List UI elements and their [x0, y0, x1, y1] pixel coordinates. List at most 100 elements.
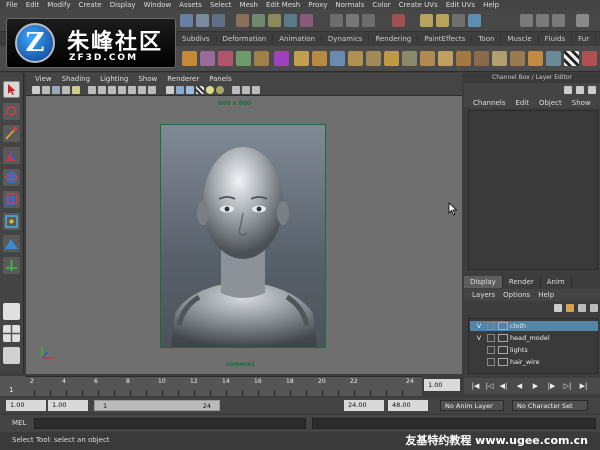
- shelf-tool-icon[interactable]: [218, 51, 233, 66]
- select-by-object-icon[interactable]: [196, 14, 209, 27]
- layer-row[interactable]: hair_wire: [470, 357, 598, 367]
- menu-create-uvs[interactable]: Create UVs: [395, 1, 442, 9]
- step-forward-frame-icon[interactable]: |▶: [546, 381, 557, 391]
- snap-curve-icon[interactable]: [346, 14, 359, 27]
- image-plane-icon[interactable]: [52, 86, 60, 94]
- shelf-tool-icon[interactable]: [312, 51, 327, 66]
- snap-point-icon[interactable]: [362, 14, 375, 27]
- high-quality-icon[interactable]: [252, 86, 260, 94]
- bookmark-icon[interactable]: [42, 86, 50, 94]
- two-d-pan-icon[interactable]: [62, 86, 70, 94]
- camera-attributes-icon[interactable]: [32, 86, 40, 94]
- play-forward-icon[interactable]: ▶: [530, 381, 541, 391]
- menu-mesh[interactable]: Mesh: [236, 1, 262, 9]
- shelf-cube-icon[interactable]: [274, 51, 289, 66]
- safe-action-icon[interactable]: [138, 86, 146, 94]
- tab-dynamics[interactable]: Dynamics: [322, 35, 370, 43]
- layer-row[interactable]: V head_model: [470, 333, 598, 343]
- cb-menu-object[interactable]: Object: [534, 99, 567, 107]
- layer-name[interactable]: lights: [510, 345, 528, 355]
- xray-icon[interactable]: [232, 86, 240, 94]
- shelf-tool-icon[interactable]: [438, 51, 453, 66]
- select-joints-icon[interactable]: [252, 14, 265, 27]
- shelf-checker-icon[interactable]: [564, 51, 579, 66]
- shelf-tool-icon[interactable]: [492, 51, 507, 66]
- film-gate-icon[interactable]: [98, 86, 106, 94]
- step-forward-key-icon[interactable]: ▷|: [562, 381, 573, 391]
- scale-tool-icon[interactable]: [3, 191, 20, 208]
- layer-menu-layers[interactable]: Layers: [468, 291, 499, 299]
- layer-type-box[interactable]: [487, 334, 495, 342]
- manipulator-tool-icon[interactable]: [3, 213, 20, 230]
- toggle-tool-settings-icon[interactable]: [536, 14, 549, 27]
- rotate-tool-icon[interactable]: [3, 169, 20, 186]
- move-layer-down-icon[interactable]: [590, 304, 598, 312]
- select-deformations-icon[interactable]: [300, 14, 313, 27]
- step-back-frame-icon[interactable]: ◀|: [498, 381, 509, 391]
- layer-row[interactable]: lights: [470, 345, 598, 355]
- tab-toon[interactable]: Toon: [472, 35, 502, 43]
- mel-label[interactable]: MEL: [12, 419, 26, 427]
- tab-fur[interactable]: Fur: [572, 35, 597, 43]
- render-icon[interactable]: [420, 14, 433, 27]
- menu-help[interactable]: Help: [479, 1, 503, 9]
- menu-file[interactable]: File: [2, 1, 22, 9]
- head-model[interactable]: [161, 125, 325, 347]
- tab-rendering[interactable]: Rendering: [369, 35, 419, 43]
- shelf-tool-icon[interactable]: [366, 51, 381, 66]
- menu-edit-uvs[interactable]: Edit UVs: [442, 1, 479, 9]
- layer-type-box[interactable]: [487, 322, 495, 330]
- tab-anim[interactable]: Anim: [541, 276, 572, 288]
- current-frame-field[interactable]: 1.00: [424, 379, 460, 391]
- layout-single-icon[interactable]: [3, 303, 20, 320]
- gate-mask-icon[interactable]: [118, 86, 126, 94]
- end-time-field[interactable]: 48.00: [388, 400, 428, 411]
- layer-visibility[interactable]: [474, 357, 484, 367]
- panel-menu-view[interactable]: View: [30, 75, 57, 83]
- panel-menu-shading[interactable]: Shading: [57, 75, 95, 83]
- shelf-tool-icon[interactable]: [456, 51, 471, 66]
- menu-edit-mesh[interactable]: Edit Mesh: [262, 1, 304, 9]
- menu-display[interactable]: Display: [106, 1, 140, 9]
- soft-mod-tool-icon[interactable]: [3, 235, 20, 252]
- character-set-dropdown[interactable]: No Character Set: [512, 400, 588, 411]
- toggle-channel-box-icon[interactable]: [552, 14, 565, 27]
- menu-assets[interactable]: Assets: [175, 1, 206, 9]
- layer-menu-options[interactable]: Options: [499, 291, 534, 299]
- shelf-tool-icon[interactable]: [582, 51, 597, 66]
- textured-icon[interactable]: [196, 86, 204, 94]
- menu-create[interactable]: Create: [74, 1, 105, 9]
- time-slider[interactable]: 2 4 6 8 10 12 14 16 18 20 22 24: [26, 376, 422, 396]
- shelf-tool-icon[interactable]: [402, 51, 417, 66]
- panel-menu-renderer[interactable]: Renderer: [162, 75, 204, 83]
- select-handles-icon[interactable]: [236, 14, 249, 27]
- step-back-key-icon[interactable]: |◁: [484, 381, 495, 391]
- select-by-hierarchy-icon[interactable]: [180, 14, 193, 27]
- panel-menu-lighting[interactable]: Lighting: [95, 75, 133, 83]
- layer-name[interactable]: head_model: [510, 333, 550, 343]
- ipr-render-icon[interactable]: [436, 14, 449, 27]
- tab-render[interactable]: Render: [503, 276, 541, 288]
- layer-name[interactable]: hair_wire: [510, 357, 539, 367]
- menu-modify[interactable]: Modify: [43, 1, 74, 9]
- tab-fluids[interactable]: Fluids: [539, 35, 573, 43]
- layout-four-icon[interactable]: [3, 325, 20, 342]
- cb-menu-show[interactable]: Show: [567, 99, 596, 107]
- toggle-attribute-editor-icon[interactable]: [520, 14, 533, 27]
- tab-animation[interactable]: Animation: [273, 35, 322, 43]
- move-tool-icon[interactable]: [3, 147, 20, 164]
- tab-painteffects[interactable]: PaintEffects: [418, 35, 473, 43]
- layout-persp-outliner-icon[interactable]: [3, 347, 20, 364]
- anim-layer-dropdown[interactable]: No Anim Layer: [440, 400, 504, 411]
- isolate-select-icon[interactable]: [242, 86, 250, 94]
- new-layer-icon[interactable]: [554, 304, 562, 312]
- select-tool-icon[interactable]: [3, 81, 20, 98]
- menu-select[interactable]: Select: [206, 1, 236, 9]
- shelf-tool-icon[interactable]: [330, 51, 345, 66]
- layer-visibility[interactable]: V: [474, 333, 484, 343]
- perspective-viewport[interactable]: 600 x 800 camera1: [26, 96, 462, 374]
- menu-window[interactable]: Window: [140, 1, 176, 9]
- shelf-tool-icon[interactable]: [510, 51, 525, 66]
- maximize-icon[interactable]: [576, 14, 589, 27]
- new-layer-selected-icon[interactable]: [566, 304, 574, 312]
